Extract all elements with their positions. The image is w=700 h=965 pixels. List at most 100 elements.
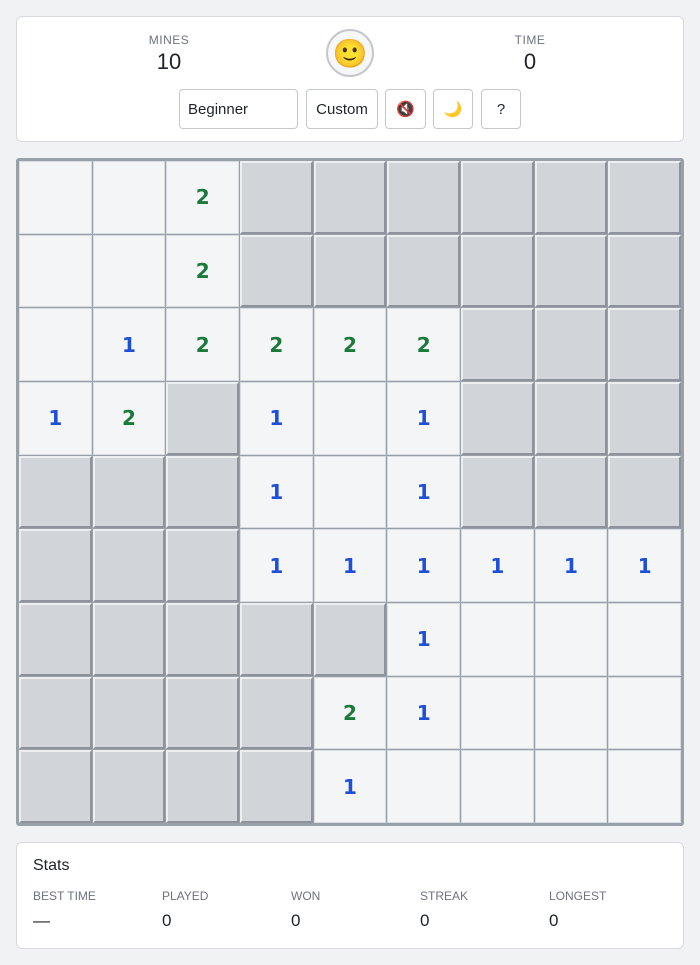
stat-value: 0 [162, 911, 172, 930]
stat-label: STREAK [420, 889, 469, 903]
cell-number[interactable]: 1 [239, 455, 313, 529]
cell-hidden[interactable] [534, 234, 608, 308]
moon-icon: 🌙 [443, 100, 463, 118]
cell-hidden[interactable] [387, 234, 460, 308]
cell-number[interactable]: 1 [92, 308, 166, 381]
cell-hidden[interactable] [166, 676, 239, 750]
cell-number[interactable]: 2 [313, 308, 387, 381]
cell-hidden[interactable] [92, 676, 166, 750]
cell-hidden[interactable] [534, 381, 608, 455]
theme-toggle-button[interactable]: 🌙 [433, 89, 473, 129]
cell-empty[interactable] [608, 602, 681, 676]
cell-hidden[interactable] [166, 455, 239, 529]
cell-empty[interactable] [460, 602, 534, 676]
cell-empty[interactable] [313, 455, 387, 529]
cell-empty[interactable] [608, 750, 681, 823]
cell-hidden[interactable] [460, 308, 534, 381]
stat-label: PLAYED [162, 889, 209, 903]
cell-number[interactable]: 2 [313, 676, 387, 750]
cell-hidden[interactable] [19, 455, 92, 529]
cell-hidden[interactable] [239, 602, 313, 676]
stat-played: PLAYED 0 [162, 889, 282, 931]
cell-number[interactable]: 1 [239, 529, 313, 602]
cell-hidden[interactable] [166, 381, 239, 455]
difficulty-select[interactable]: Beginner [179, 89, 298, 129]
cell-empty[interactable] [534, 602, 608, 676]
cell-number[interactable]: 1 [608, 529, 681, 602]
sound-toggle-button[interactable]: 🔇 [385, 89, 426, 129]
cell-number[interactable]: 1 [387, 676, 460, 750]
cell-hidden[interactable] [534, 161, 608, 234]
cell-number[interactable]: 1 [460, 529, 534, 602]
difficulty-value: Beginner [188, 100, 249, 118]
cell-hidden[interactable] [92, 602, 166, 676]
cell-empty[interactable] [460, 750, 534, 823]
custom-button[interactable]: Custom [306, 89, 378, 129]
cell-number[interactable]: 2 [239, 308, 313, 381]
cell-hidden[interactable] [313, 234, 387, 308]
cell-hidden[interactable] [460, 455, 534, 529]
cell-hidden[interactable] [608, 455, 681, 529]
cell-empty[interactable] [92, 234, 166, 308]
cell-number[interactable]: 1 [387, 455, 460, 529]
cell-number[interactable]: 2 [166, 161, 239, 234]
cell-hidden[interactable] [239, 676, 313, 750]
time-label: TIME [514, 33, 546, 47]
cell-number[interactable]: 1 [387, 381, 460, 455]
cell-number[interactable]: 1 [387, 529, 460, 602]
cell-hidden[interactable] [534, 455, 608, 529]
cell-number[interactable]: 2 [166, 308, 239, 381]
reset-face-button[interactable]: 🙂 [326, 29, 374, 77]
cell-number[interactable]: 1 [313, 750, 387, 823]
cell-number[interactable]: 2 [92, 381, 166, 455]
cell-hidden[interactable] [239, 234, 313, 308]
cell-hidden[interactable] [313, 602, 387, 676]
cell-hidden[interactable] [239, 161, 313, 234]
cell-empty[interactable] [460, 676, 534, 750]
cell-hidden[interactable] [19, 602, 92, 676]
cell-empty[interactable] [313, 381, 387, 455]
cell-number[interactable]: 1 [534, 529, 608, 602]
cell-number[interactable]: 1 [313, 529, 387, 602]
cell-empty[interactable] [387, 750, 460, 823]
cell-empty[interactable] [19, 234, 92, 308]
cell-number[interactable]: 1 [19, 381, 92, 455]
stat-label: LONGEST [549, 889, 607, 903]
cell-number[interactable]: 1 [387, 602, 460, 676]
stat-value: 0 [291, 911, 301, 930]
cell-number[interactable]: 2 [387, 308, 460, 381]
cell-hidden[interactable] [460, 234, 534, 308]
cell-empty[interactable] [19, 161, 92, 234]
cell-hidden[interactable] [387, 161, 460, 234]
cell-number[interactable]: 2 [166, 234, 239, 308]
cell-hidden[interactable] [608, 161, 681, 234]
cell-hidden[interactable] [166, 750, 239, 823]
minefield-board: 22122221211111111111211 [16, 158, 684, 826]
cell-hidden[interactable] [92, 750, 166, 823]
cell-hidden[interactable] [313, 161, 387, 234]
cell-hidden[interactable] [19, 529, 92, 602]
cell-hidden[interactable] [608, 234, 681, 308]
cell-empty[interactable] [534, 676, 608, 750]
cell-hidden[interactable] [166, 602, 239, 676]
cell-hidden[interactable] [92, 529, 166, 602]
cell-hidden[interactable] [608, 381, 681, 455]
cell-number[interactable]: 1 [239, 381, 313, 455]
cell-hidden[interactable] [92, 455, 166, 529]
cell-hidden[interactable] [460, 381, 534, 455]
cell-hidden[interactable] [534, 308, 608, 381]
cell-empty[interactable] [608, 676, 681, 750]
cell-hidden[interactable] [239, 750, 313, 823]
cell-empty[interactable] [534, 750, 608, 823]
cell-empty[interactable] [19, 308, 92, 381]
cell-empty[interactable] [92, 161, 166, 234]
game-header: MINES 10 🙂 TIME 0 Beginner Custom 🔇 🌙 ? [16, 16, 684, 142]
cell-hidden[interactable] [166, 529, 239, 602]
help-button[interactable]: ? [481, 89, 521, 129]
smiley-icon: 🙂 [332, 36, 368, 70]
cell-hidden[interactable] [460, 161, 534, 234]
stat-label: BEST TIME [33, 889, 96, 903]
cell-hidden[interactable] [608, 308, 681, 381]
cell-hidden[interactable] [19, 750, 92, 823]
cell-hidden[interactable] [19, 676, 92, 750]
